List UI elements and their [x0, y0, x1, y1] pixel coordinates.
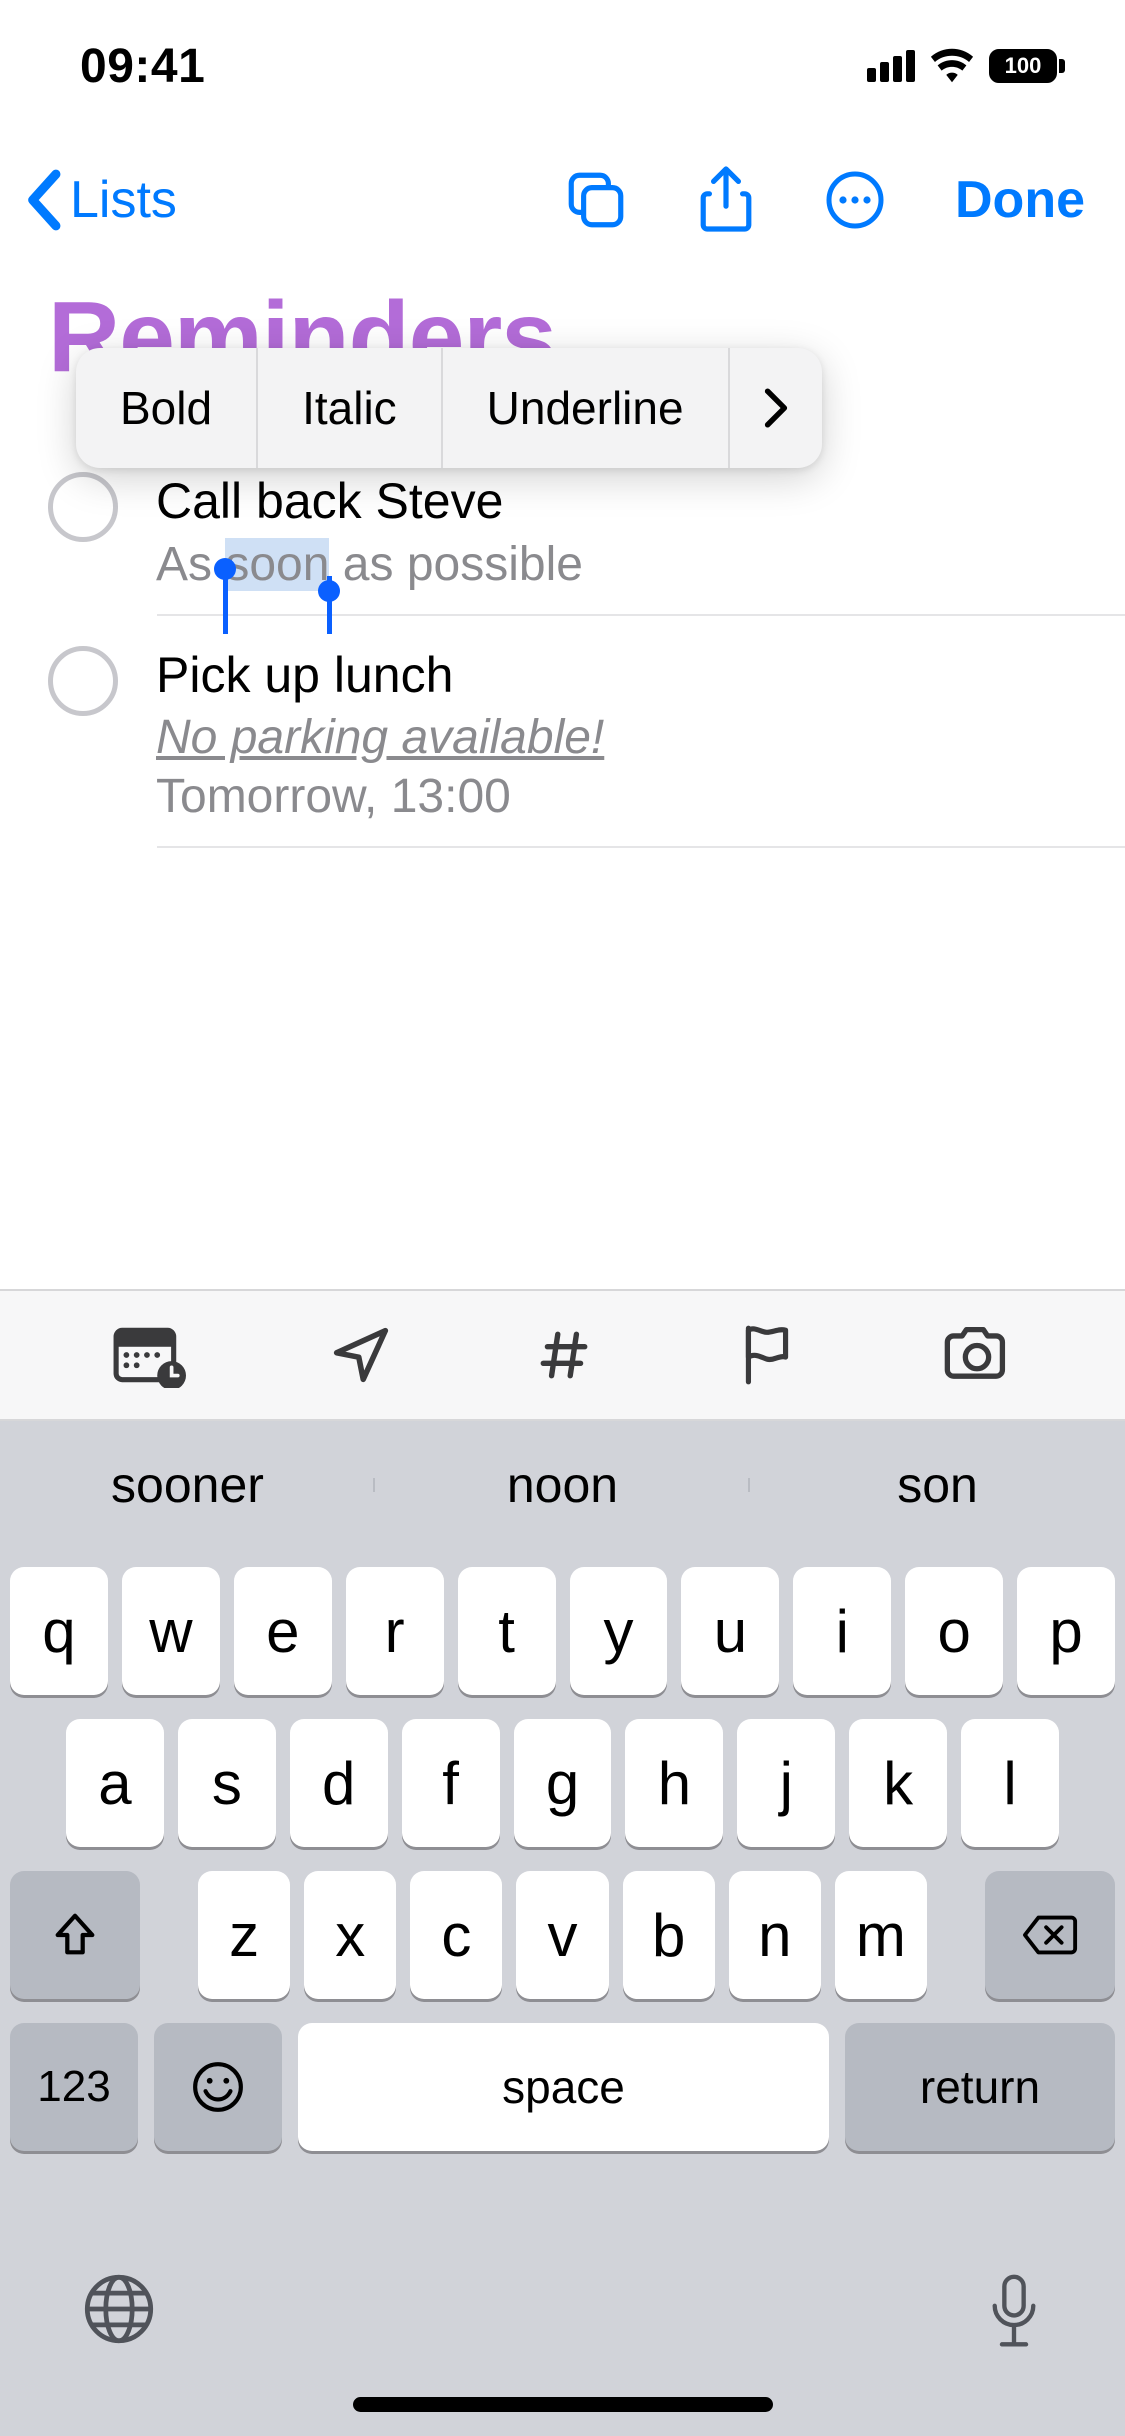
reminder-body[interactable]: Pick up lunch No parking available! Tomo… — [156, 644, 1125, 825]
reminder-title: Call back Steve — [156, 470, 1077, 533]
copy-icon[interactable] — [563, 167, 629, 233]
more-format-button[interactable] — [730, 348, 822, 468]
key-j[interactable]: j — [737, 1719, 835, 1847]
screen: 09:41 100 Lists — [0, 0, 1125, 2436]
key-w[interactable]: w — [122, 1567, 220, 1695]
key-g[interactable]: g — [514, 1719, 612, 1847]
key-c[interactable]: c — [410, 1871, 502, 1999]
suggestion[interactable]: noon — [375, 1456, 750, 1514]
key-i[interactable]: i — [793, 1567, 891, 1695]
key-e[interactable]: e — [234, 1567, 332, 1695]
numbers-key[interactable]: 123 — [10, 2023, 138, 2151]
edit-menu: Bold Italic Underline — [76, 348, 822, 468]
suggestion[interactable]: sooner — [0, 1456, 375, 1514]
key-r[interactable]: r — [346, 1567, 444, 1695]
key-q[interactable]: q — [10, 1567, 108, 1695]
key-z[interactable]: z — [198, 1871, 290, 1999]
reminders-list: Call back Steve As soon as possible Pick… — [0, 442, 1125, 848]
bold-button[interactable]: Bold — [76, 348, 258, 468]
key-l[interactable]: l — [961, 1719, 1059, 1847]
back-button[interactable]: Lists — [0, 169, 177, 231]
reminder-date: Tomorrow, 13:00 — [156, 769, 1077, 824]
backspace-key[interactable] — [985, 1871, 1115, 1999]
emoji-key[interactable] — [154, 2023, 282, 2151]
reminder-body[interactable]: Call back Steve As soon as possible — [156, 470, 1125, 592]
back-label: Lists — [70, 170, 177, 230]
key-t[interactable]: t — [458, 1567, 556, 1695]
share-icon[interactable] — [697, 164, 755, 236]
status-right: 100 — [867, 43, 1065, 89]
list-item[interactable]: Pick up lunch No parking available! Tomo… — [0, 616, 1125, 847]
key-k[interactable]: k — [849, 1719, 947, 1847]
camera-icon[interactable] — [941, 1326, 1013, 1384]
wifi-icon — [929, 43, 975, 89]
italic-button[interactable]: Italic — [258, 348, 443, 468]
key-y[interactable]: y — [570, 1567, 668, 1695]
home-indicator[interactable] — [353, 2397, 773, 2412]
key-x[interactable]: x — [304, 1871, 396, 1999]
key-v[interactable]: v — [516, 1871, 608, 1999]
key-h[interactable]: h — [625, 1719, 723, 1847]
hashtag-icon[interactable] — [535, 1326, 593, 1384]
key-m[interactable]: m — [835, 1871, 927, 1999]
divider — [157, 846, 1125, 848]
nav-actions: Done — [563, 140, 1085, 260]
key-n[interactable]: n — [729, 1871, 821, 1999]
flag-icon[interactable] — [737, 1322, 797, 1388]
reminder-title: Pick up lunch — [156, 644, 1077, 707]
key-s[interactable]: s — [178, 1719, 276, 1847]
mic-icon[interactable] — [985, 2272, 1043, 2359]
shift-key[interactable] — [10, 1871, 140, 1999]
key-u[interactable]: u — [681, 1567, 779, 1695]
completion-circle[interactable] — [48, 646, 118, 716]
key-d[interactable]: d — [290, 1719, 388, 1847]
status-time: 09:41 — [80, 39, 205, 94]
nav-bar: Lists — [0, 140, 1125, 260]
reminder-note[interactable]: As soon as possible — [156, 537, 1077, 592]
key-o[interactable]: o — [905, 1567, 1003, 1695]
suggestion[interactable]: son — [750, 1456, 1125, 1514]
keyboard-accessory-bar — [0, 1289, 1125, 1421]
space-key[interactable]: space — [298, 2023, 829, 2151]
key-f[interactable]: f — [402, 1719, 500, 1847]
key-p[interactable]: p — [1017, 1567, 1115, 1695]
done-button[interactable]: Done — [955, 170, 1085, 230]
status-bar: 09:41 100 — [0, 0, 1125, 132]
completion-circle[interactable] — [48, 472, 118, 542]
return-key[interactable]: return — [845, 2023, 1115, 2151]
keyboard: sooner noon son qwertyuiop asdfghjkl zxc… — [0, 1421, 1125, 2436]
key-b[interactable]: b — [623, 1871, 715, 1999]
underline-button[interactable]: Underline — [443, 348, 730, 468]
suggestion-row: sooner noon son — [0, 1421, 1125, 1549]
cellular-icon — [867, 50, 915, 82]
more-icon[interactable] — [823, 168, 887, 232]
location-icon[interactable] — [330, 1324, 392, 1386]
calendar-icon[interactable] — [112, 1322, 186, 1388]
key-rows: qwertyuiop asdfghjkl zxcvbnm 123 — [0, 1549, 1125, 2151]
battery-icon: 100 — [989, 49, 1065, 83]
reminder-note: No parking available! — [156, 710, 1077, 765]
globe-icon[interactable] — [82, 2272, 156, 2351]
key-a[interactable]: a — [66, 1719, 164, 1847]
